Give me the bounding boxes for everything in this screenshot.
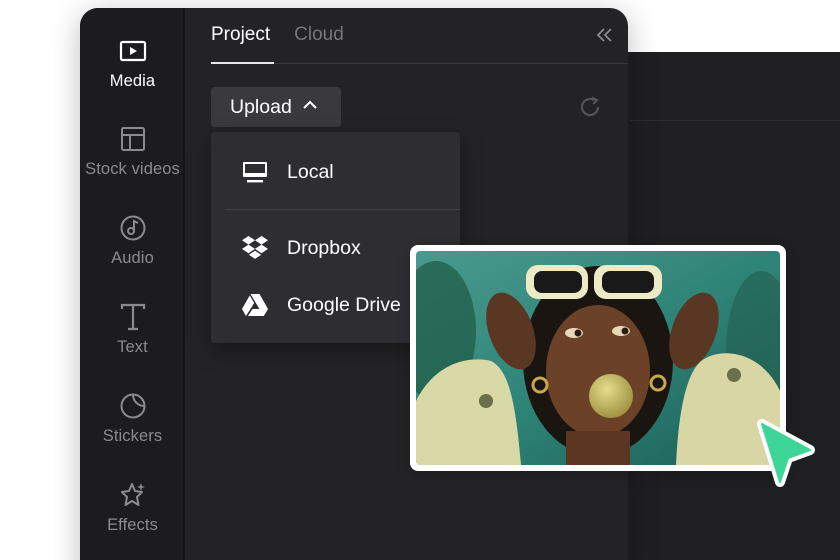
google-drive-icon bbox=[241, 291, 269, 319]
sidebar-item-label: Audio bbox=[111, 249, 154, 267]
sidebar-item-label: Stock videos bbox=[85, 160, 180, 178]
sidebar-item-media[interactable]: Media bbox=[80, 36, 185, 116]
collapse-panel-icon[interactable] bbox=[594, 24, 616, 46]
background-divider bbox=[630, 120, 840, 121]
upload-button[interactable]: Upload bbox=[211, 87, 341, 127]
dropbox-icon bbox=[241, 234, 269, 262]
media-icon bbox=[118, 36, 148, 66]
sidebar-item-stock-videos[interactable]: Stock videos bbox=[80, 124, 185, 204]
text-icon bbox=[118, 302, 148, 332]
monitor-icon bbox=[241, 158, 269, 186]
tab-cloud[interactable]: Cloud bbox=[294, 24, 344, 64]
sidebar-item-audio[interactable]: Audio bbox=[80, 213, 185, 293]
sidebar: Media Stock videos Audio Text Stickers E… bbox=[80, 8, 185, 560]
sidebar-item-text[interactable]: Text bbox=[80, 302, 185, 382]
refresh-icon[interactable] bbox=[578, 95, 602, 119]
active-tab-indicator bbox=[211, 62, 274, 64]
menu-item-local[interactable]: Local bbox=[211, 148, 460, 196]
sidebar-item-label: Stickers bbox=[102, 427, 163, 445]
menu-item-label: Dropbox bbox=[287, 236, 361, 259]
tab-project[interactable]: Project bbox=[211, 24, 270, 64]
chevron-up-icon bbox=[302, 98, 318, 116]
sidebar-item-label: Effects bbox=[107, 516, 158, 534]
menu-item-label: Google Drive bbox=[287, 293, 401, 316]
menu-divider bbox=[225, 209, 460, 210]
sidebar-item-stickers[interactable]: Stickers bbox=[80, 391, 185, 471]
tab-bar: Project Cloud bbox=[211, 24, 344, 64]
media-thumbnail-image bbox=[416, 251, 780, 465]
sidebar-item-effects[interactable]: Effects bbox=[80, 480, 185, 560]
media-thumbnail-card[interactable] bbox=[410, 245, 786, 471]
stock-videos-icon bbox=[118, 124, 148, 154]
stickers-icon bbox=[118, 391, 148, 421]
menu-item-label: Local bbox=[287, 160, 334, 183]
pointer-cursor-icon bbox=[752, 418, 818, 488]
audio-icon bbox=[118, 213, 148, 243]
sidebar-item-label: Media bbox=[109, 72, 156, 90]
sidebar-item-label: Text bbox=[117, 338, 148, 356]
effects-icon bbox=[118, 480, 148, 510]
upload-button-label: Upload bbox=[230, 95, 292, 118]
